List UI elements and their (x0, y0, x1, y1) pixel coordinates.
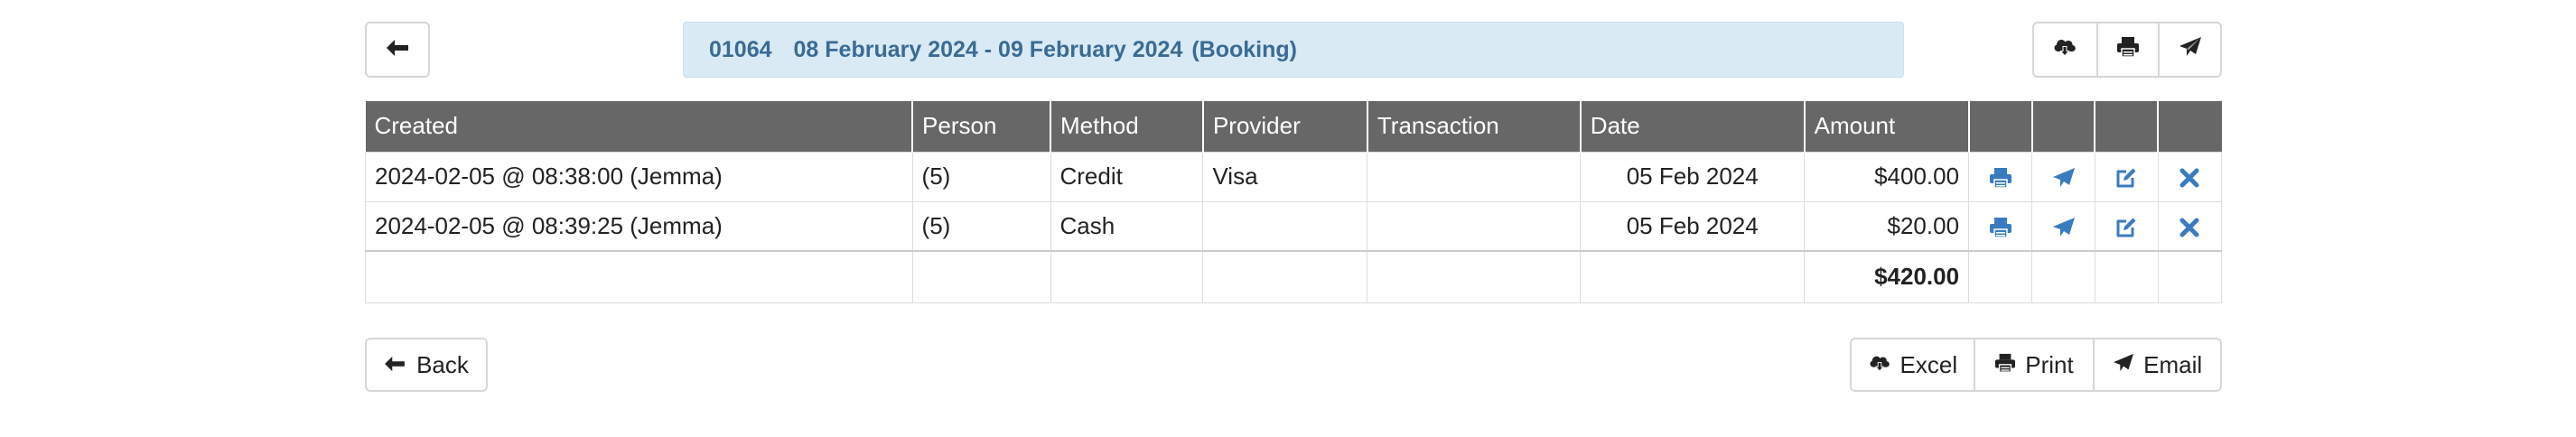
row-edit-button[interactable] (2094, 151, 2159, 202)
cell-method: Cash (1050, 200, 1204, 252)
cell-created: 2024-02-05 @ 08:39:25 (Jemma) (365, 200, 913, 252)
back-button[interactable]: Back (365, 338, 488, 392)
booking-header-banner: 01064 08 February 2024 - 09 February 202… (683, 22, 1904, 78)
paper-plane-icon (2113, 351, 2134, 379)
column-header-transaction: Transaction (1367, 101, 1582, 152)
total-amount: $420.00 (1804, 250, 1970, 303)
cell-transaction (1367, 200, 1582, 252)
column-header-provider: Provider (1202, 101, 1368, 152)
row-edit-button[interactable] (2094, 200, 2159, 252)
email-button-label: Email (2143, 350, 2203, 378)
column-header-person: Person (912, 101, 1051, 152)
arrow-left-icon (386, 36, 409, 64)
booking-date-range: 08 February 2024 - 09 February 2024 (793, 36, 1183, 62)
print-button[interactable]: Print (1973, 339, 2094, 390)
page: 01064 08 February 2024 - 09 February 202… (0, 0, 2576, 437)
row-delete-button[interactable] (2157, 200, 2223, 252)
top-print-button[interactable] (2095, 23, 2159, 76)
table-row: 2024-02-05 @ 08:38:00 (Jemma) (5) Credit… (365, 151, 2223, 202)
excel-button[interactable]: Excel (1852, 339, 1974, 390)
column-header-email (2031, 101, 2096, 152)
row-print-button[interactable] (1968, 151, 2033, 202)
table-row: 2024-02-05 @ 08:39:25 (Jemma) (5) Cash 0… (365, 200, 2223, 252)
cell-person: (5) (911, 151, 1051, 202)
cloud-download-icon (1868, 351, 1891, 379)
edit-icon (2114, 163, 2138, 191)
excel-button-label: Excel (1899, 350, 1958, 378)
cloud-download-icon (2052, 36, 2077, 64)
column-header-method: Method (1050, 101, 1204, 152)
print-button-label: Print (2025, 350, 2074, 378)
export-action-group: Excel Print Email (1850, 338, 2222, 392)
cell-date: 05 Feb 2024 (1580, 151, 1806, 202)
close-icon (2179, 211, 2199, 239)
cell-provider: Visa (1202, 151, 1368, 202)
back-button-label: Back (416, 350, 469, 378)
printer-icon (2116, 36, 2140, 64)
booking-code: 01064 (709, 36, 772, 62)
table-total-row: $420.00 (365, 250, 2223, 303)
row-delete-button[interactable] (2157, 151, 2223, 202)
cell-person: (5) (911, 200, 1051, 252)
column-header-print (1968, 101, 2033, 152)
table-header-row: Created Person Method Provider Transacti… (365, 101, 2222, 152)
paper-plane-icon (2052, 163, 2076, 191)
cell-created: 2024-02-05 @ 08:38:00 (Jemma) (365, 151, 913, 202)
arrow-left-icon (384, 351, 406, 379)
top-email-button[interactable] (2158, 23, 2220, 76)
cell-amount: $400.00 (1804, 151, 1970, 202)
row-print-button[interactable] (1968, 200, 2033, 252)
booking-type: (Booking) (1191, 36, 1297, 62)
close-icon (2179, 163, 2199, 191)
cell-amount: $20.00 (1804, 200, 1970, 252)
column-header-date: Date (1580, 101, 1806, 152)
payments-table: Created Person Method Provider Transacti… (365, 101, 2223, 303)
cell-method: Credit (1050, 151, 1204, 202)
cell-provider (1202, 200, 1368, 252)
column-header-edit (2095, 101, 2160, 152)
cell-date: 05 Feb 2024 (1580, 200, 1806, 252)
column-header-created: Created (365, 101, 914, 152)
top-back-button[interactable] (365, 22, 430, 78)
edit-icon (2114, 211, 2138, 239)
cell-transaction (1367, 151, 1582, 202)
column-header-delete (2158, 101, 2222, 152)
column-header-amount: Amount (1804, 101, 1970, 152)
paper-plane-icon (2179, 36, 2202, 64)
printer-icon (1989, 163, 2012, 191)
row-email-button[interactable] (2031, 151, 2095, 202)
paper-plane-icon (2052, 211, 2076, 239)
top-download-button[interactable] (2034, 23, 2096, 76)
top-action-group (2032, 22, 2222, 78)
email-button[interactable]: Email (2093, 339, 2220, 390)
printer-icon (1994, 351, 2016, 379)
printer-icon (1989, 211, 2012, 239)
row-email-button[interactable] (2031, 200, 2095, 252)
